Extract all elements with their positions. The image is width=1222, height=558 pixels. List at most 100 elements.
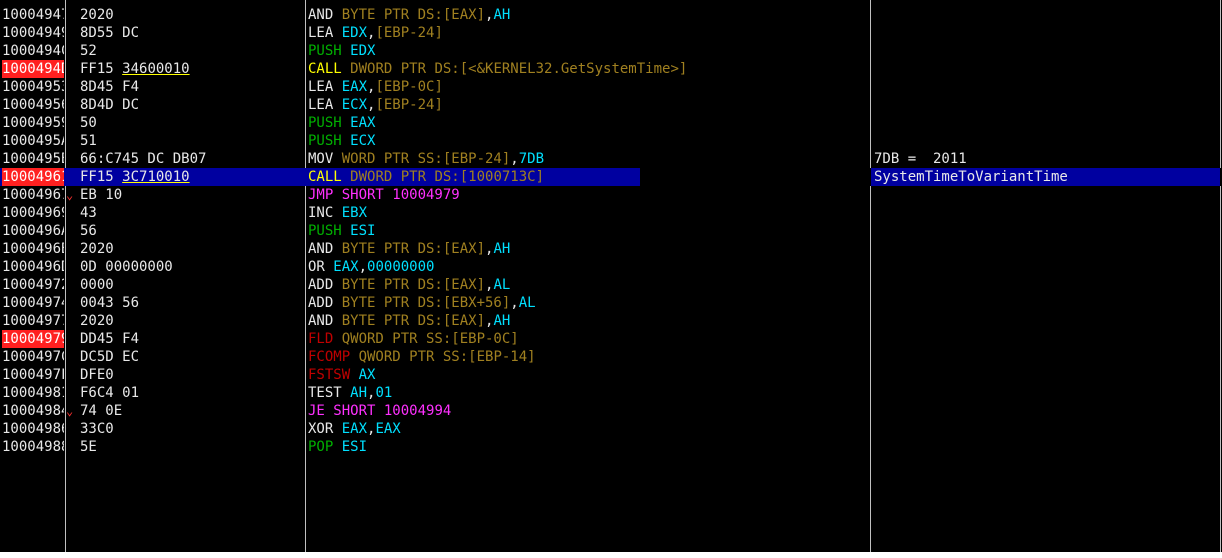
instruction-row[interactable]: 10004974 0043 56 ADD BYTE PTR DS:[EBX+56],… <box>0 294 1222 312</box>
hex-bytes[interactable]: DD45 F4 <box>80 330 304 348</box>
comment[interactable] <box>874 384 1218 402</box>
comment[interactable]: SystemTimeToVariantTime <box>874 168 1218 186</box>
hex-bytes[interactable]: DFE0 <box>80 366 304 384</box>
hex-bytes[interactable]: 33C0 <box>80 420 304 438</box>
comment[interactable] <box>874 276 1218 294</box>
comment[interactable] <box>874 330 1218 348</box>
hex-bytes[interactable]: EB 10 <box>80 186 304 204</box>
instruction-row[interactable]: 1000495A 51 PUSH ECX <box>0 132 1222 150</box>
comment[interactable] <box>874 312 1218 330</box>
address[interactable]: 10004969 <box>2 204 64 222</box>
address[interactable]: 1000494C <box>2 42 64 60</box>
disassembly[interactable]: LEA EDX,[EBP-24] <box>308 24 868 42</box>
address[interactable]: 10004949 <box>2 24 64 42</box>
comment[interactable] <box>874 294 1218 312</box>
comment[interactable] <box>874 6 1218 24</box>
instruction-row[interactable]: 1000497F DFE0 FSTSW AX <box>0 366 1222 384</box>
disassembly[interactable]: PUSH ESI <box>308 222 868 240</box>
disassembly[interactable]: ADD BYTE PTR DS:[EAX],AL <box>308 276 868 294</box>
disassembly[interactable]: INC EBX <box>308 204 868 222</box>
address[interactable]: 10004986 <box>2 420 64 438</box>
instruction-row[interactable]: 10004988 5E POP ESI <box>0 438 1222 456</box>
comment[interactable] <box>874 258 1218 276</box>
hex-bytes[interactable]: 50 <box>80 114 304 132</box>
disassembly[interactable]: OR EAX,00000000 <box>308 258 868 276</box>
instruction-row[interactable]: 1000496A 56 PUSH ESI <box>0 222 1222 240</box>
comment[interactable] <box>874 222 1218 240</box>
comment[interactable] <box>874 366 1218 384</box>
instruction-row[interactable]: 10004977 2020 AND BYTE PTR DS:[EAX],AH <box>0 312 1222 330</box>
selected-instruction-row[interactable]: 10004961 FF15 3C710010 CALL DWORD PTR DS:[… <box>0 168 1222 186</box>
address[interactable]: 1000496A <box>2 222 64 240</box>
hex-bytes[interactable]: 8D55 DC <box>80 24 304 42</box>
instruction-row[interactable]: 1000494C 52 PUSH EDX <box>0 42 1222 60</box>
hex-bytes[interactable]: 51 <box>80 132 304 150</box>
hex-bytes[interactable]: FF15 3C710010 <box>80 168 304 186</box>
comment[interactable] <box>874 132 1218 150</box>
comment[interactable] <box>874 240 1218 258</box>
address[interactable]: 10004956 <box>2 96 64 114</box>
instruction-row[interactable]: 1000497C DC5D EC FCOMP QWORD PTR SS:[EBP-1… <box>0 348 1222 366</box>
hex-bytes[interactable]: 74 0E <box>80 402 304 420</box>
instruction-row[interactable]: 1000496D 0D 00000000 OR EAX,00000000 <box>0 258 1222 276</box>
instruction-row[interactable]: 10004953 8D45 F4 LEA EAX,[EBP-0C] <box>0 78 1222 96</box>
disassembly[interactable]: JMP SHORT 10004979 <box>308 186 868 204</box>
hex-bytes[interactable]: FF15 34600010 <box>80 60 304 78</box>
hex-bytes[interactable]: 5E <box>80 438 304 456</box>
disassembly[interactable]: AND BYTE PTR DS:[EAX],AH <box>308 240 868 258</box>
hex-bytes[interactable]: 2020 <box>80 6 304 24</box>
instruction-row[interactable]: 10004969 43 INC EBX <box>0 204 1222 222</box>
instruction-row[interactable]: 10004949 8D55 DC LEA EDX,[EBP-24] <box>0 24 1222 42</box>
disassembly[interactable]: CALL DWORD PTR DS:[1000713C] <box>308 168 868 186</box>
instruction-row[interactable]: 1000496B 2020 AND BYTE PTR DS:[EAX],AH <box>0 240 1222 258</box>
disassembly[interactable]: FCOMP QWORD PTR SS:[EBP-14] <box>308 348 868 366</box>
disassembly[interactable]: AND BYTE PTR DS:[EAX],AH <box>308 312 868 330</box>
comment[interactable] <box>874 60 1218 78</box>
address[interactable]: 1000496B <box>2 240 64 258</box>
comment[interactable]: 7DB = 2011 <box>874 150 1218 168</box>
disassembly[interactable]: PUSH EAX <box>308 114 868 132</box>
address[interactable]: 1000495A <box>2 132 64 150</box>
instruction-row[interactable]: 10004986 33C0 XOR EAX,EAX <box>0 420 1222 438</box>
hex-bytes[interactable]: DC5D EC <box>80 348 304 366</box>
hex-bytes[interactable]: 2020 <box>80 240 304 258</box>
comment[interactable] <box>874 96 1218 114</box>
hex-bytes[interactable]: 8D4D DC <box>80 96 304 114</box>
disassembly[interactable]: PUSH EDX <box>308 42 868 60</box>
comment[interactable] <box>874 348 1218 366</box>
disassembly[interactable]: LEA ECX,[EBP-24] <box>308 96 868 114</box>
disassembly-pane[interactable]: 10004947 2020 AND BYTE PTR DS:[EAX],AH 1000… <box>0 0 1222 552</box>
address[interactable]: 1000497F <box>2 366 64 384</box>
hex-bytes[interactable]: 43 <box>80 204 304 222</box>
hex-bytes[interactable]: 8D45 F4 <box>80 78 304 96</box>
disassembly[interactable]: CALL DWORD PTR DS:[<&KERNEL32.GetSystemT… <box>308 60 868 78</box>
disassembly[interactable]: FSTSW AX <box>308 366 868 384</box>
address[interactable]: 10004977 <box>2 312 64 330</box>
hex-bytes[interactable]: 0000 <box>80 276 304 294</box>
instruction-row[interactable]: 10004972 0000 ADD BYTE PTR DS:[EAX],AL <box>0 276 1222 294</box>
hex-bytes[interactable]: 2020 <box>80 312 304 330</box>
disassembly[interactable]: PUSH ECX <box>308 132 868 150</box>
instruction-row[interactable]: 10004984 ⌄ 74 0E JE SHORT 10004994 <box>0 402 1222 420</box>
comment[interactable] <box>874 420 1218 438</box>
disassembly[interactable]: TEST AH,01 <box>308 384 868 402</box>
instruction-row[interactable]: 10004981 F6C4 01 TEST AH,01 <box>0 384 1222 402</box>
instruction-row[interactable]: 1000494D FF15 34600010 CALL DWORD PTR DS:[… <box>0 60 1222 78</box>
disassembly[interactable]: XOR EAX,EAX <box>308 420 868 438</box>
address[interactable]: 10004974 <box>2 294 64 312</box>
hex-bytes[interactable]: F6C4 01 <box>80 384 304 402</box>
address[interactable]: 10004959 <box>2 114 64 132</box>
comment[interactable] <box>874 438 1218 456</box>
instruction-row[interactable]: 1000495B 66:C745 DC DB07 MOV WORD PTR SS:[… <box>0 150 1222 168</box>
instruction-row[interactable]: 10004956 8D4D DC LEA ECX,[EBP-24] <box>0 96 1222 114</box>
address[interactable]: 1000496D <box>2 258 64 276</box>
breakpoint-address[interactable]: 10004961 <box>2 168 64 186</box>
comment[interactable] <box>874 78 1218 96</box>
address[interactable]: 10004967 <box>2 186 64 204</box>
address[interactable]: 1000497C <box>2 348 64 366</box>
hex-bytes[interactable]: 66:C745 DC DB07 <box>80 150 304 168</box>
comment[interactable] <box>874 186 1218 204</box>
disassembly[interactable]: AND BYTE PTR DS:[EAX],AH <box>308 6 868 24</box>
address[interactable]: 10004953 <box>2 78 64 96</box>
address[interactable]: 10004947 <box>2 6 64 24</box>
